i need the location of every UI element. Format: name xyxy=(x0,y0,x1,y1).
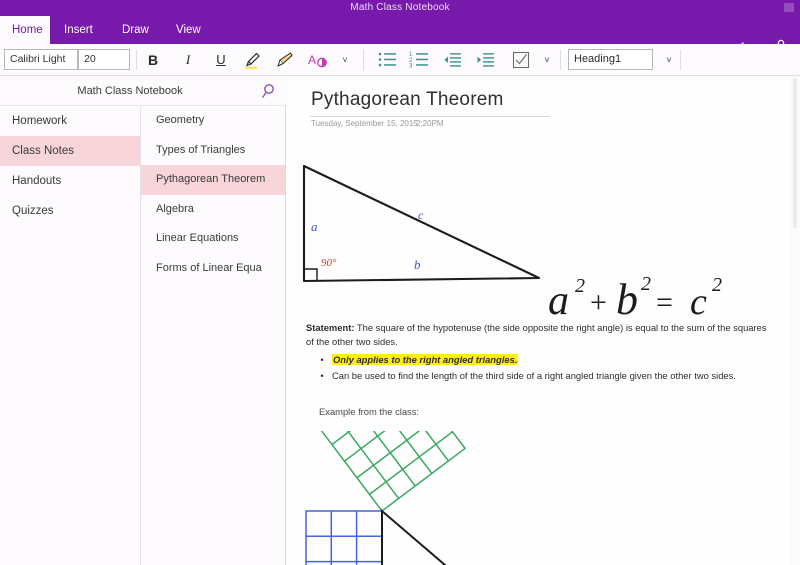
underline-icon: U xyxy=(216,52,226,67)
page-time: 2:20PM xyxy=(416,119,444,128)
svg-text:3: 3 xyxy=(409,63,413,69)
increase-indent-button[interactable] xyxy=(473,47,499,73)
page-item-linear-equations[interactable]: Linear Equations xyxy=(141,224,285,254)
formatting-toolbar: Calibri Light 20 B I U A ˅ 1 2 3 ˅ Headi… xyxy=(0,44,800,76)
page-item-algebra[interactable]: Algebra xyxy=(141,195,285,225)
proof-triangle xyxy=(381,508,447,565)
canvas-scrollbar-thumb[interactable] xyxy=(793,78,797,228)
canvas-scrollbar[interactable] xyxy=(790,76,800,565)
app-title: Math Class Notebook xyxy=(350,2,450,13)
note-canvas[interactable]: Pythagorean Theorem Tuesday, September 1… xyxy=(286,76,800,565)
style-select[interactable]: Heading1 xyxy=(568,49,653,70)
bullet-1-text: Only applies to the right angled triangl… xyxy=(332,354,519,365)
section-item-quizzes[interactable]: Quizzes xyxy=(0,196,140,226)
page-date: Tuesday, September 15, 2015 xyxy=(311,119,418,128)
svg-text:2: 2 xyxy=(712,274,722,296)
font-size-input[interactable]: 20 xyxy=(78,49,130,70)
svg-text:+: + xyxy=(590,286,607,319)
page-list: Geometry Types of Triangles Pythagorean … xyxy=(141,106,286,565)
svg-text:A: A xyxy=(308,53,316,67)
font-name-input[interactable]: Calibri Light xyxy=(4,49,78,70)
bold-button[interactable]: B xyxy=(140,47,166,73)
bullets-icon xyxy=(378,52,396,67)
triangle-label-c: c xyxy=(418,208,424,222)
search-icon xyxy=(262,84,274,98)
numbering-button[interactable]: 1 2 3 xyxy=(407,47,433,73)
font-color-button[interactable]: A xyxy=(305,47,331,73)
style-chevron-icon[interactable]: ˅ xyxy=(660,47,678,73)
italic-icon: I xyxy=(185,52,191,67)
bullet-item-2[interactable]: • Can be used to find the length of the … xyxy=(318,369,778,383)
decrease-indent-icon xyxy=(444,53,461,67)
green-square-c xyxy=(318,431,467,513)
tab-draw[interactable]: Draw xyxy=(110,16,158,44)
numbering-icon: 1 2 3 xyxy=(409,52,428,69)
tab-insert[interactable]: Insert xyxy=(52,16,104,44)
svg-text:2: 2 xyxy=(641,273,651,295)
svg-text:2: 2 xyxy=(575,275,585,297)
title-divider xyxy=(310,116,550,117)
italic-button[interactable]: I xyxy=(175,47,201,73)
page-item-pythagorean-theorem[interactable]: Pythagorean Theorem xyxy=(141,165,285,195)
page-title[interactable]: Pythagorean Theorem xyxy=(311,89,504,111)
notebook-title: Math Class Notebook xyxy=(77,85,183,97)
bullet-dot-icon: • xyxy=(320,370,324,381)
font-color-icon: A xyxy=(308,53,327,68)
highlighter-button[interactable] xyxy=(240,47,266,73)
increase-indent-icon xyxy=(477,53,494,67)
notebook-header: Math Class Notebook xyxy=(0,76,286,106)
bullets-button[interactable] xyxy=(375,47,401,73)
triangle-label-right-angle: 90° xyxy=(321,257,337,269)
blue-square-a xyxy=(305,510,383,565)
format-painter-button[interactable] xyxy=(272,47,298,73)
section-item-homework[interactable]: Homework xyxy=(0,106,140,136)
title-bar: Math Class Notebook xyxy=(0,0,800,16)
statement-text: The square of the hypotenuse (the side o… xyxy=(306,322,767,347)
format-painter-icon xyxy=(277,52,293,67)
section-list: Homework Class Notes Handouts Quizzes xyxy=(0,106,141,565)
section-item-class-notes[interactable]: Class Notes xyxy=(0,136,140,166)
triangle-label-b: b xyxy=(414,257,421,272)
right-triangle-drawing: a b c 90° xyxy=(302,164,541,283)
svg-text:=: = xyxy=(656,286,673,319)
tags-more-chevron-icon[interactable]: ˅ xyxy=(538,47,556,73)
onenote-window: Math Class Notebook Home Insert Draw Vie… xyxy=(0,0,800,565)
tab-view[interactable]: View xyxy=(164,16,212,44)
minimize-button[interactable] xyxy=(784,3,794,12)
bullet-2-text: Can be used to find the length of the th… xyxy=(332,370,736,381)
checkbox-icon xyxy=(512,51,530,69)
ribbon-tab-strip: Home Insert Draw View xyxy=(0,16,800,54)
statement-label: Statement: xyxy=(306,322,355,333)
section-item-handouts[interactable]: Handouts xyxy=(0,166,140,196)
decrease-indent-button[interactable] xyxy=(440,47,466,73)
page-item-forms-of-linear-equa[interactable]: Forms of Linear Equa xyxy=(141,254,285,284)
page-item-geometry[interactable]: Geometry xyxy=(141,106,285,136)
triangle-label-a: a xyxy=(311,219,318,234)
tab-home[interactable]: Home xyxy=(0,16,50,44)
svg-text:c: c xyxy=(690,281,707,323)
underline-button[interactable]: U xyxy=(208,47,234,73)
bold-icon: B xyxy=(147,52,159,68)
bullet-dot-icon: • xyxy=(320,354,324,365)
page-item-types-of-triangles[interactable]: Types of Triangles xyxy=(141,136,285,166)
search-button[interactable] xyxy=(258,80,282,102)
svg-text:b: b xyxy=(616,275,638,324)
todo-tag-button[interactable] xyxy=(508,47,534,73)
bullet-item-1[interactable]: • Only applies to the right angled trian… xyxy=(318,353,778,367)
font-more-chevron-icon[interactable]: ˅ xyxy=(336,47,354,73)
pythagorean-proof-diagram xyxy=(305,431,467,565)
statement-paragraph[interactable]: Statement: The square of the hypotenuse … xyxy=(306,321,776,349)
highlighter-icon xyxy=(245,52,260,69)
svg-text:a: a xyxy=(548,278,569,324)
example-label[interactable]: Example from the class: xyxy=(319,406,419,417)
